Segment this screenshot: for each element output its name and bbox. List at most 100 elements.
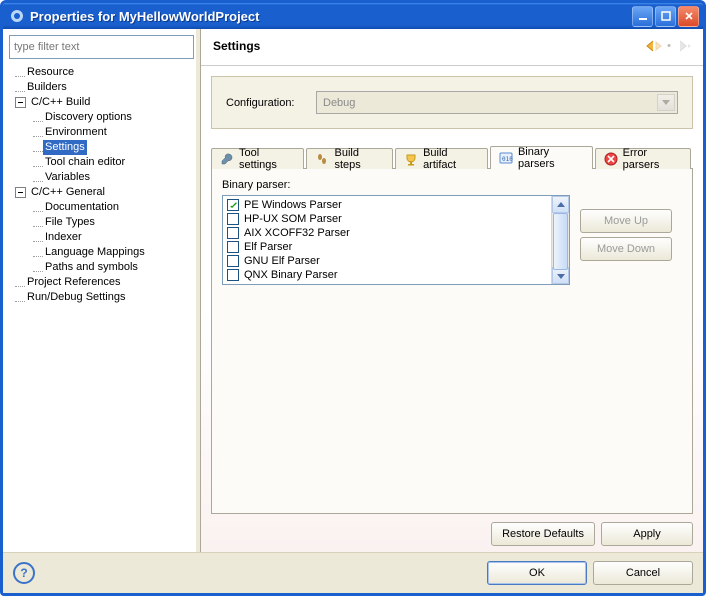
list-item[interactable]: GNU Elf Parser — [227, 254, 547, 268]
scroll-track[interactable] — [552, 213, 569, 267]
tree-item[interactable]: Language Mappings — [9, 245, 191, 260]
tree-item[interactable]: Environment — [9, 125, 191, 140]
binary-parser-label: Binary parser: — [222, 179, 682, 191]
chevron-down-icon — [657, 94, 675, 111]
tree-item-label: Project References — [25, 275, 123, 290]
nav-separator: • — [667, 40, 671, 52]
tree-item[interactable]: Builders — [9, 80, 191, 95]
app-icon — [9, 8, 25, 24]
checkbox[interactable] — [227, 213, 239, 225]
scroll-up-button[interactable] — [552, 196, 569, 213]
tree-item-label: File Types — [43, 215, 97, 230]
tab-build-steps[interactable]: Build steps — [306, 148, 393, 169]
tree-item[interactable]: Project References — [9, 275, 191, 290]
configuration-label: Configuration: — [226, 97, 316, 109]
tab-build-artifact[interactable]: Build artifact — [395, 148, 488, 169]
checkbox[interactable] — [227, 227, 239, 239]
configuration-combo[interactable]: Debug — [316, 91, 678, 114]
nav-back-button[interactable] — [643, 37, 665, 55]
tree-item[interactable]: Indexer — [9, 230, 191, 245]
tab-label: Build steps — [334, 147, 384, 171]
nav-forward-button[interactable] — [673, 37, 695, 55]
binary-icon: 010 — [499, 151, 513, 165]
list-item-label: AIX XCOFF32 Parser — [244, 227, 350, 239]
tree-item[interactable]: Tool chain editor — [9, 155, 191, 170]
tree-item-label: Discovery options — [43, 110, 134, 125]
tree-item-label: Variables — [43, 170, 92, 185]
footprints-icon — [315, 152, 329, 166]
list-item-label: HP-UX SOM Parser — [244, 213, 342, 225]
page-title: Settings — [213, 39, 643, 53]
tree-item[interactable]: File Types — [9, 215, 191, 230]
cancel-button[interactable]: Cancel — [593, 561, 693, 585]
tab-binary-parsers[interactable]: 010 Binary parsers — [490, 146, 593, 169]
tree-toggle-icon[interactable] — [15, 187, 26, 198]
tree-item-label: Run/Debug Settings — [25, 290, 127, 305]
tree-item[interactable]: Discovery options — [9, 110, 191, 125]
dialog-footer: ? OK Cancel — [3, 552, 703, 593]
properties-dialog: Properties for MyHellowWorldProject Reso… — [0, 0, 706, 596]
tab-error-parsers[interactable]: Error parsers — [595, 148, 691, 169]
nav-pane: ResourceBuildersC/C++ BuildDiscovery opt… — [3, 29, 195, 552]
restore-defaults-button[interactable]: Restore Defaults — [491, 522, 595, 546]
tree-toggle-icon[interactable] — [15, 97, 26, 108]
tree-item-label: Resource — [25, 65, 76, 80]
checkbox[interactable] — [227, 255, 239, 267]
list-item[interactable]: Elf Parser — [227, 240, 547, 254]
apply-button[interactable]: Apply — [601, 522, 693, 546]
binary-parser-list[interactable]: PE Windows Parser HP-UX SOM Parser AIX XCO… — [222, 195, 570, 285]
tree-item[interactable]: Variables — [9, 170, 191, 185]
list-item[interactable]: QNX Binary Parser — [227, 268, 547, 282]
checkbox[interactable] — [227, 269, 239, 281]
trophy-icon — [404, 152, 418, 166]
ok-button[interactable]: OK — [487, 561, 587, 585]
tree-item-label: Indexer — [43, 230, 84, 245]
list-scrollbar[interactable] — [551, 196, 569, 284]
tree-item[interactable]: Documentation — [9, 200, 191, 215]
tab-label: Binary parsers — [518, 146, 584, 170]
list-item[interactable]: HP-UX SOM Parser — [227, 212, 547, 226]
move-up-button[interactable]: Move Up — [580, 209, 672, 233]
tab-label: Build artifact — [423, 147, 479, 171]
tree-item-label: Environment — [43, 125, 109, 140]
tree-item[interactable]: C/C++ Build — [9, 95, 191, 110]
page-banner: Settings • — [201, 29, 703, 66]
window-title: Properties for MyHellowWorldProject — [30, 9, 632, 24]
tree-item[interactable]: Run/Debug Settings — [9, 290, 191, 305]
checkbox[interactable] — [227, 241, 239, 253]
tree-item-label: Tool chain editor — [43, 155, 127, 170]
tab-label: Tool settings — [239, 147, 295, 171]
list-item-label: GNU Elf Parser — [244, 255, 320, 267]
scroll-thumb[interactable] — [553, 213, 568, 270]
tree-item-label: Paths and symbols — [43, 260, 140, 275]
tree-item-label: Builders — [25, 80, 69, 95]
list-item-label: Elf Parser — [244, 241, 292, 253]
tree-item-label: C/C++ General — [29, 185, 107, 200]
move-down-button[interactable]: Move Down — [580, 237, 672, 261]
maximize-button[interactable] — [655, 6, 676, 27]
help-icon[interactable]: ? — [13, 562, 35, 584]
tree-item[interactable]: Paths and symbols — [9, 260, 191, 275]
tree-item[interactable]: C/C++ General — [9, 185, 191, 200]
tab-label: Error parsers — [623, 147, 682, 171]
titlebar[interactable]: Properties for MyHellowWorldProject — [3, 3, 703, 29]
configuration-value: Debug — [323, 97, 355, 109]
list-item[interactable]: PE Windows Parser — [227, 198, 547, 212]
tree-item-label: Settings — [43, 140, 87, 155]
close-button[interactable] — [678, 6, 699, 27]
filter-input[interactable] — [9, 35, 194, 59]
minimize-button[interactable] — [632, 6, 653, 27]
tree-item[interactable]: Settings — [9, 140, 191, 155]
tabstrip: Tool settings Build steps Build artifact 01… — [211, 145, 693, 168]
tab-tool-settings[interactable]: Tool settings — [211, 148, 304, 169]
checkbox[interactable] — [227, 199, 239, 211]
error-icon — [604, 152, 618, 166]
category-tree[interactable]: ResourceBuildersC/C++ BuildDiscovery opt… — [9, 65, 191, 546]
list-item-label: PE Windows Parser — [244, 199, 342, 211]
list-item[interactable]: AIX XCOFF32 Parser — [227, 226, 547, 240]
tab-panel-binary-parsers: Binary parser: PE Windows Parser HP-UX SO… — [211, 168, 693, 514]
tree-item[interactable]: Resource — [9, 65, 191, 80]
tree-item-label: Language Mappings — [43, 245, 147, 260]
list-item-label: QNX Binary Parser — [244, 269, 338, 281]
tree-item-label: C/C++ Build — [29, 95, 92, 110]
